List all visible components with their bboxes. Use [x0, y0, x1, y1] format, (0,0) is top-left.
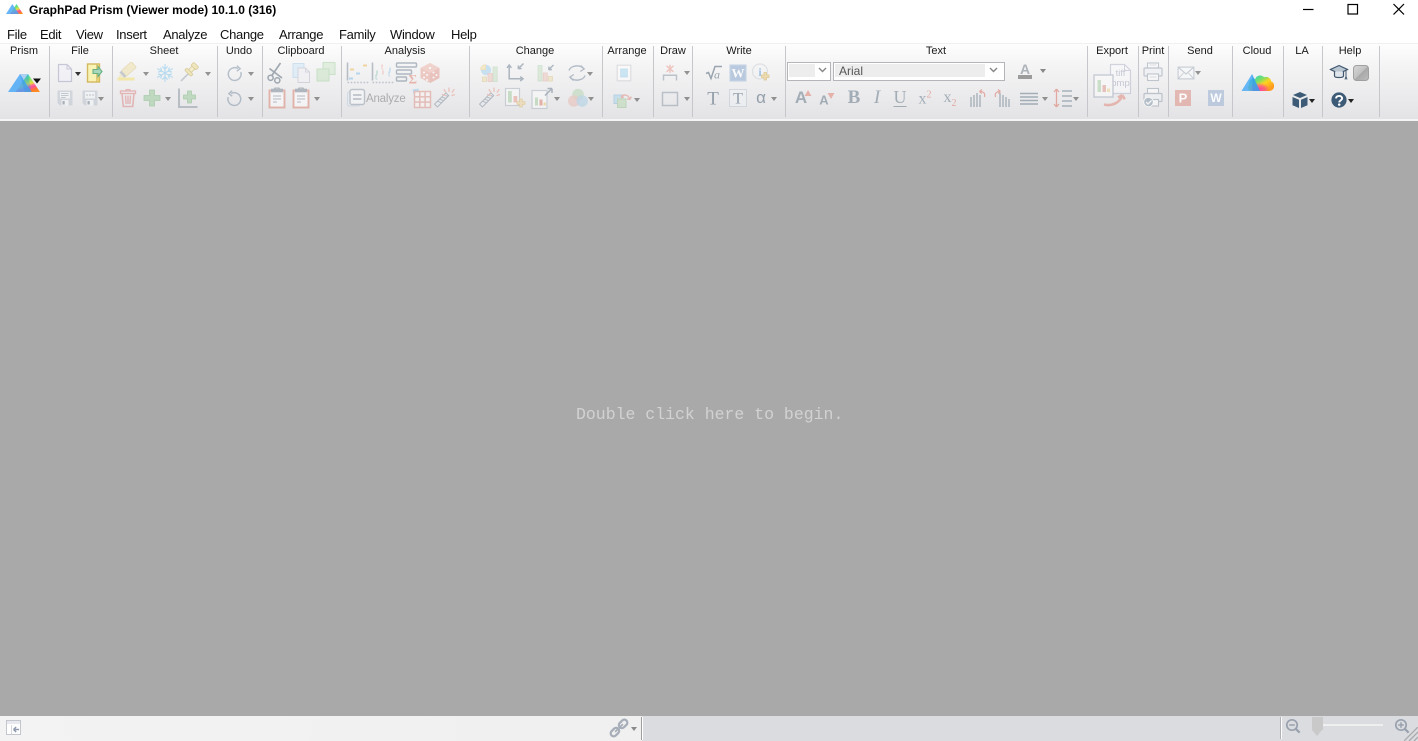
- svg-text:T: T: [733, 91, 743, 108]
- svg-text:Σ: Σ: [409, 72, 418, 85]
- svg-text:T: T: [707, 90, 719, 107]
- svg-text:t: t: [381, 62, 384, 72]
- svg-text:W: W: [732, 66, 745, 81]
- svg-text:a: a: [714, 68, 720, 82]
- svg-text:bmp: bmp: [1111, 78, 1129, 89]
- svg-text:α: α: [756, 90, 766, 107]
